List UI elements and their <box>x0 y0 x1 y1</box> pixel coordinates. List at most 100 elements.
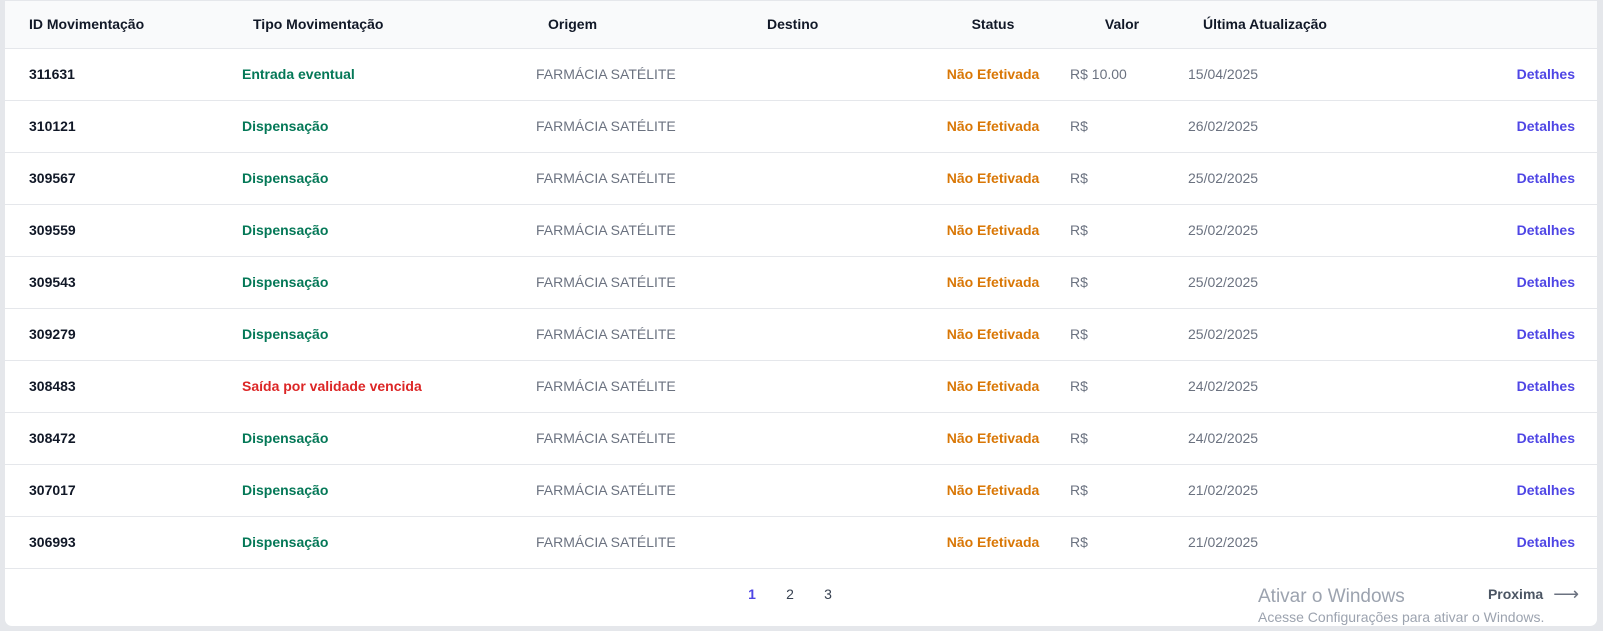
movement-value: R$ <box>1070 482 1088 498</box>
movement-id: 309543 <box>29 274 76 290</box>
table-row: 308472 Dispensação FARMÁCIA SATÉLITE Não Ef… <box>5 412 1597 464</box>
movement-destination <box>734 48 924 100</box>
row-actions: Detalhes <box>1402 256 1597 308</box>
header-origem: Origem <box>548 16 598 33</box>
movement-type: Dispensação <box>242 326 329 342</box>
movement-id: 308472 <box>29 430 76 446</box>
page-button-3[interactable]: 3 <box>809 579 847 609</box>
movement-type: Dispensação <box>242 430 329 446</box>
table-row: 309543 Dispensação FARMÁCIA SATÉLITE Não Ef… <box>5 256 1597 308</box>
header-atualizacao: Última Atualização <box>1203 16 1327 33</box>
header-status: Status <box>971 16 1015 33</box>
details-link[interactable]: Detalhes <box>1517 534 1575 550</box>
movement-value: R$ <box>1070 274 1088 290</box>
details-link[interactable]: Detalhes <box>1517 274 1575 290</box>
status-badge: Não Efetivada <box>946 378 1040 394</box>
movement-value: R$ <box>1070 118 1088 134</box>
details-link[interactable]: Detalhes <box>1517 482 1575 498</box>
movement-type: Dispensação <box>242 534 329 550</box>
movement-origin: FARMÁCIA SATÉLITE <box>536 326 676 342</box>
last-updated: 25/02/2025 <box>1188 326 1259 342</box>
table-row: 306993 Dispensação FARMÁCIA SATÉLITE Não Ef… <box>5 516 1597 568</box>
movement-origin: FARMÁCIA SATÉLITE <box>536 430 676 446</box>
status-badge: Não Efetivada <box>946 274 1040 290</box>
movement-destination <box>734 204 924 256</box>
movement-destination <box>734 256 924 308</box>
movement-destination <box>734 464 924 516</box>
movement-destination <box>734 516 924 568</box>
movement-origin: FARMÁCIA SATÉLITE <box>536 118 676 134</box>
movement-origin: FARMÁCIA SATÉLITE <box>536 222 676 238</box>
movement-destination <box>734 360 924 412</box>
movement-origin: FARMÁCIA SATÉLITE <box>536 378 676 394</box>
details-link[interactable]: Detalhes <box>1517 222 1575 238</box>
last-updated: 24/02/2025 <box>1188 378 1259 394</box>
status-badge: Não Efetivada <box>946 430 1040 446</box>
page-button-1[interactable]: 1 <box>733 579 771 609</box>
movement-id: 310121 <box>29 118 76 134</box>
last-updated: 21/02/2025 <box>1188 482 1259 498</box>
details-link[interactable]: Detalhes <box>1517 326 1575 342</box>
movement-origin: FARMÁCIA SATÉLITE <box>536 274 676 290</box>
last-updated: 25/02/2025 <box>1188 222 1259 238</box>
movement-type: Dispensação <box>242 482 329 498</box>
movement-type: Dispensação <box>242 170 329 186</box>
next-page-button[interactable]: Proxima ⟶ <box>1488 579 1579 609</box>
movement-destination <box>734 152 924 204</box>
movements-panel: ID Movimentação Tipo Movimentação Origem… <box>4 0 1598 627</box>
movement-type: Dispensação <box>242 274 329 290</box>
movement-value: R$ <box>1070 378 1088 394</box>
header-valor: Valor <box>1104 16 1140 33</box>
details-link[interactable]: Detalhes <box>1517 170 1575 186</box>
movement-type: Entrada eventual <box>242 66 355 82</box>
table-row: 309559 Dispensação FARMÁCIA SATÉLITE Não Ef… <box>5 204 1597 256</box>
details-link[interactable]: Detalhes <box>1517 66 1575 82</box>
details-link[interactable]: Detalhes <box>1517 378 1575 394</box>
status-badge: Não Efetivada <box>946 118 1040 134</box>
movement-id: 309567 <box>29 170 76 186</box>
status-badge: Não Efetivada <box>946 170 1040 186</box>
page-button-2[interactable]: 2 <box>771 579 809 609</box>
movement-value: R$ 10.00 <box>1070 66 1127 82</box>
movement-id: 307017 <box>29 482 76 498</box>
movement-value: R$ <box>1070 170 1088 186</box>
last-updated: 24/02/2025 <box>1188 430 1259 446</box>
arrow-right-icon: ⟶ <box>1553 584 1579 604</box>
status-badge: Não Efetivada <box>946 482 1040 498</box>
row-actions: Detalhes <box>1402 152 1597 204</box>
movement-id: 309559 <box>29 222 76 238</box>
last-updated: 25/02/2025 <box>1188 274 1259 290</box>
last-updated: 26/02/2025 <box>1188 118 1259 134</box>
movement-id: 306993 <box>29 534 76 550</box>
movement-destination <box>734 100 924 152</box>
status-badge: Não Efetivada <box>946 534 1040 550</box>
movement-id: 308483 <box>29 378 76 394</box>
status-badge: Não Efetivada <box>946 66 1040 82</box>
movement-value: R$ <box>1070 326 1088 342</box>
movement-origin: FARMÁCIA SATÉLITE <box>536 170 676 186</box>
table-row: 307017 Dispensação FARMÁCIA SATÉLITE Não Ef… <box>5 464 1597 516</box>
movement-destination <box>734 412 924 464</box>
table-row: 311631 Entrada eventual FARMÁCIA SATÉLITE N… <box>5 48 1597 100</box>
header-id: ID Movimentação <box>29 16 145 33</box>
row-actions: Detalhes <box>1402 360 1597 412</box>
table-row: 309567 Dispensação FARMÁCIA SATÉLITE Não Ef… <box>5 152 1597 204</box>
details-link[interactable]: Detalhes <box>1517 430 1575 446</box>
movement-origin: FARMÁCIA SATÉLITE <box>536 482 676 498</box>
movement-destination <box>734 308 924 360</box>
table-row: 309279 Dispensação FARMÁCIA SATÉLITE Não Ef… <box>5 308 1597 360</box>
header-acao <box>1402 1 1597 48</box>
details-link[interactable]: Detalhes <box>1517 118 1575 134</box>
movement-origin: FARMÁCIA SATÉLITE <box>536 534 676 550</box>
last-updated: 25/02/2025 <box>1188 170 1259 186</box>
table-row: 310121 Dispensação FARMÁCIA SATÉLITE Não Ef… <box>5 100 1597 152</box>
row-actions: Detalhes <box>1402 516 1597 568</box>
movement-id: 311631 <box>29 66 75 82</box>
movement-id: 309279 <box>29 326 76 342</box>
table-header-row: ID Movimentação Tipo Movimentação Origem… <box>5 1 1597 48</box>
row-actions: Detalhes <box>1402 48 1597 100</box>
movement-type: Saída por validade vencida <box>242 378 422 394</box>
movement-type: Dispensação <box>242 118 329 134</box>
status-badge: Não Efetivada <box>946 326 1040 342</box>
header-tipo: Tipo Movimentação <box>253 16 384 33</box>
